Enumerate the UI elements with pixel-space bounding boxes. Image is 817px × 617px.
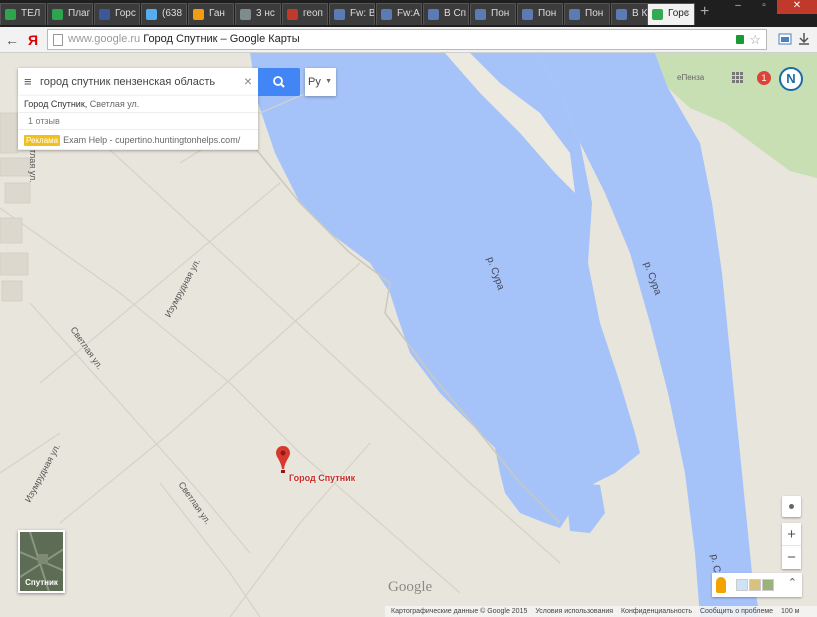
pegman-icon[interactable]: [716, 577, 726, 593]
map-footer: Картографические данные © Google 2015 Ус…: [385, 606, 817, 617]
photo-thumb[interactable]: [736, 579, 748, 591]
layers-bar: ⌃: [712, 573, 802, 597]
pin-label[interactable]: Город Спутник: [289, 473, 355, 483]
tab-favicon-icon: [616, 9, 627, 20]
browser-tab[interactable]: Fw:A: [376, 3, 422, 25]
browser-tab[interactable]: Горс: [94, 3, 140, 25]
search-input[interactable]: [40, 72, 235, 92]
zoom-in-button[interactable]: +: [782, 523, 801, 546]
url-text[interactable]: www.google.ru Город Спутник – Google Кар…: [68, 30, 300, 49]
result-ad[interactable]: Реклама Exam Help - cupertino.huntingtonh…: [18, 130, 258, 150]
avatar[interactable]: N: [779, 67, 803, 91]
browser-tab[interactable]: Плаг: [47, 3, 93, 25]
clear-icon[interactable]: ×: [244, 73, 252, 89]
tab-label: Плаг: [68, 8, 91, 19]
notifications-badge[interactable]: 1: [757, 71, 771, 85]
footer-terms-link[interactable]: Условия использования: [535, 608, 613, 615]
result-address[interactable]: Город Спутник, Светлая ул.: [18, 96, 258, 113]
tab-favicon-icon: [522, 9, 533, 20]
browser-tab[interactable]: геоп: [282, 3, 328, 25]
tab-label: Горс: [115, 8, 136, 19]
satellite-label: Спутник: [25, 578, 58, 587]
browser-tab[interactable]: Горс ×: [647, 3, 695, 25]
satellite-toggle[interactable]: Спутник: [18, 530, 65, 593]
language-select[interactable]: Ру ▼: [305, 68, 336, 96]
photo-thumb[interactable]: [762, 579, 774, 591]
address-bar[interactable]: www.google.ru Город Спутник – Google Кар…: [47, 29, 767, 50]
search-box: ≡ ×: [18, 68, 258, 96]
map-canvas[interactable]: Светлая ул. Изумрудная ул. Светлая ул. И…: [0, 53, 817, 617]
maximize-button[interactable]: ▫: [751, 0, 777, 14]
tab-label: TEЛ: [21, 8, 41, 19]
photo-thumb[interactable]: [749, 579, 761, 591]
close-tab-icon[interactable]: ×: [684, 4, 690, 24]
expand-icon[interactable]: ⌃: [788, 576, 797, 589]
lock-icon: [736, 35, 744, 44]
browser-tab[interactable]: 3 нс: [235, 3, 281, 25]
search-button[interactable]: [258, 68, 300, 96]
tab-label: Пон: [585, 8, 604, 19]
tab-favicon-icon: [569, 9, 580, 20]
browser-tab[interactable]: В Сп: [423, 3, 469, 25]
result-reviews[interactable]: 1 отзыв: [18, 113, 258, 130]
tab-favicon-icon: [240, 9, 251, 20]
map-pin-icon[interactable]: [276, 446, 290, 476]
scale-label[interactable]: 100 м: [781, 608, 799, 615]
ad-badge: Реклама: [24, 135, 61, 146]
place-label: еПенза: [677, 73, 705, 82]
browser-tab[interactable]: TEЛ: [0, 3, 46, 25]
browser-tab[interactable]: Пон: [564, 3, 610, 25]
apps-grid-icon[interactable]: [732, 72, 744, 84]
page-icon: [53, 34, 63, 46]
footer-report-link[interactable]: Сообщить о проблеме: [700, 608, 773, 615]
menu-icon[interactable]: ≡: [24, 75, 32, 89]
tab-favicon-icon: [146, 9, 157, 20]
yandex-icon[interactable]: Я: [24, 30, 42, 50]
browser-tab-bar: TEЛ Плаг Горс (638 Ган 3 нс геоп Fw: B Fw:A В Сп П…: [0, 0, 817, 27]
tab-label: Fw: B: [350, 8, 375, 19]
close-window-button[interactable]: ✕: [777, 0, 817, 14]
search-icon: [273, 76, 285, 88]
tab-favicon-icon: [99, 9, 110, 20]
tab-favicon-icon: [52, 9, 63, 20]
tab-label: 3 нс: [256, 8, 275, 19]
tab-favicon-icon: [652, 9, 663, 20]
zoom-controls: + −: [782, 523, 801, 569]
google-logo: Google: [388, 579, 433, 595]
bookmark-star-icon[interactable]: ☆: [749, 30, 761, 49]
footer-privacy-link[interactable]: Конфиденциальность: [621, 608, 692, 615]
back-arrow-icon[interactable]: ←: [3, 30, 21, 50]
tab-favicon-icon: [428, 9, 439, 20]
tab-favicon-icon: [381, 9, 392, 20]
screenshot-icon[interactable]: [778, 32, 792, 46]
search-results: Город Спутник, Светлая ул. 1 отзыв Рекла…: [18, 96, 258, 150]
browser-tab[interactable]: (638: [141, 3, 187, 25]
chevron-down-icon: ▼: [325, 78, 332, 85]
tab-label: геоп: [303, 8, 323, 19]
minimize-button[interactable]: –: [725, 0, 751, 14]
tab-favicon-icon: [5, 9, 16, 20]
tab-favicon-icon: [334, 9, 345, 20]
browser-tab[interactable]: Ган: [188, 3, 234, 25]
footer-copyright: Картографические данные © Google 2015: [391, 608, 528, 615]
browser-tab[interactable]: Пон: [517, 3, 563, 25]
download-icon[interactable]: [797, 32, 811, 46]
tab-favicon-icon: [475, 9, 486, 20]
browser-toolbar: ← Я www.google.ru Город Спутник – Google…: [0, 27, 817, 53]
tab-label: Ган: [209, 8, 225, 19]
tab-favicon-icon: [287, 9, 298, 20]
new-tab-button[interactable]: +: [700, 3, 716, 23]
my-location-button[interactable]: [782, 496, 801, 517]
river-patch: [565, 483, 605, 533]
tab-label: Пон: [538, 8, 557, 19]
tab-favicon-icon: [193, 9, 204, 20]
tab-label: Fw:A: [397, 8, 420, 19]
zoom-out-button[interactable]: −: [782, 546, 801, 569]
browser-tab[interactable]: Пон: [470, 3, 516, 25]
browser-tab[interactable]: Fw: B: [329, 3, 375, 25]
tab-label: Пон: [491, 8, 510, 19]
tab-label: В Сп: [444, 8, 467, 19]
tab-label: (638: [162, 8, 183, 19]
